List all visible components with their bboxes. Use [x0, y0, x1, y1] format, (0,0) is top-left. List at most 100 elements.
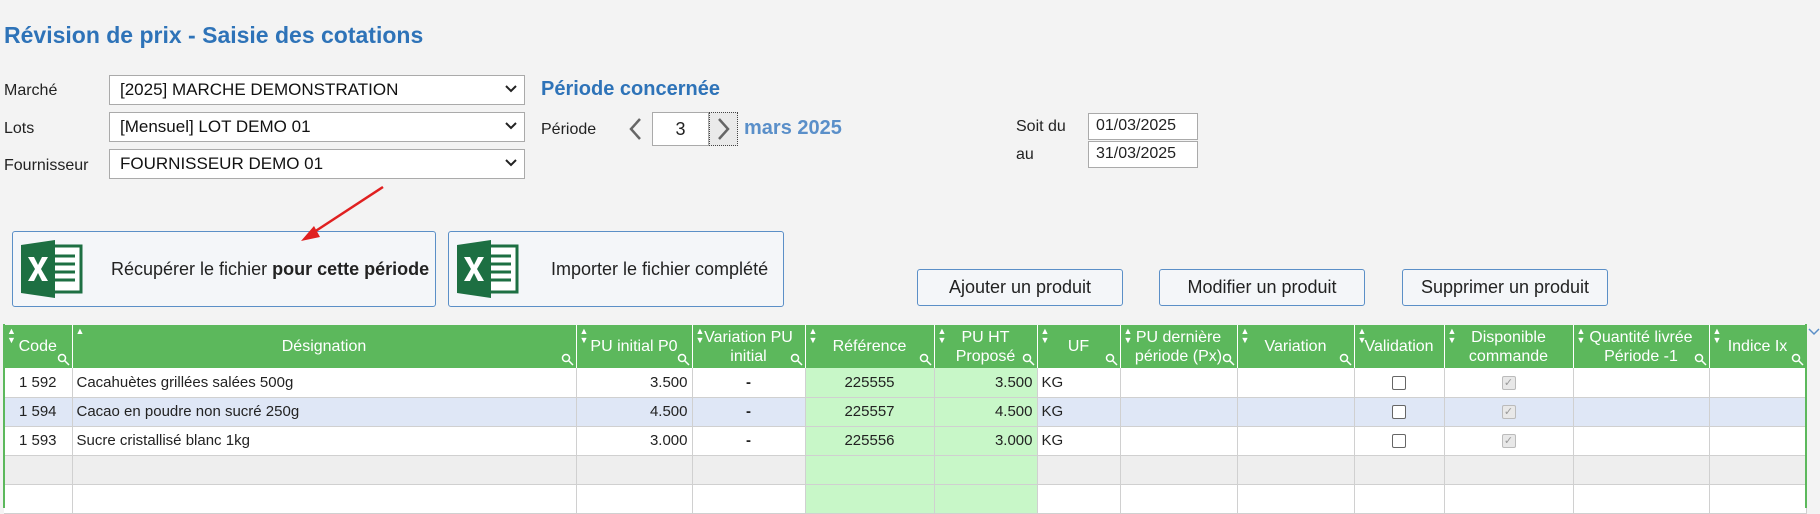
next-period-button[interactable] — [709, 112, 738, 146]
empty-cell-pu-ht[interactable] — [934, 484, 1038, 514]
cell-validation — [1354, 426, 1445, 456]
add-product-button[interactable]: Ajouter un produit — [917, 269, 1123, 306]
cell-variation-pu: - — [692, 397, 806, 427]
cell-variation — [1237, 368, 1355, 398]
empty-cell — [1037, 455, 1121, 485]
empty-cell — [1354, 484, 1445, 514]
sort-icon[interactable]: ▲ ▼ — [1577, 327, 1586, 345]
sort-icon[interactable]: ▲ ▼ — [696, 327, 705, 345]
filter-icon[interactable] — [561, 353, 574, 366]
sort-icon[interactable]: ▲ ▼ — [1241, 327, 1250, 345]
filter-icon[interactable] — [1022, 353, 1035, 366]
cell-validation — [1354, 397, 1445, 427]
table-header-row: ▲ ▼ Code ▲ Désignation ▲ ▼ PU initial P0 ▲ ▼ Va… — [4, 325, 1807, 368]
cell-reference[interactable]: 225555 — [805, 368, 935, 398]
modify-product-button[interactable]: Modifier un produit — [1159, 269, 1365, 306]
empty-cell — [1573, 455, 1710, 485]
empty-cell-pu-ht[interactable] — [934, 455, 1038, 485]
cell-reference[interactable]: 225556 — [805, 426, 935, 456]
col-header-validation[interactable]: ▲ ▼ Validation — [1354, 325, 1445, 368]
empty-cell — [1237, 455, 1355, 485]
start-date-field[interactable]: 01/03/2025 — [1088, 113, 1198, 140]
fournisseur-select-value: FOURNISSEUR DEMO 01 — [120, 154, 324, 173]
start-date-label: Soit du — [1016, 118, 1066, 135]
col-header-designation[interactable]: ▲ Désignation — [72, 325, 577, 368]
table-row-empty[interactable] — [4, 484, 1807, 514]
sort-icon[interactable]: ▲ ▼ — [7, 327, 16, 345]
sort-icon[interactable]: ▲ ▼ — [1448, 327, 1457, 345]
previous-period-icon[interactable] — [626, 116, 646, 142]
end-date-field[interactable]: 31/03/2025 — [1088, 141, 1198, 168]
empty-cell-reference[interactable] — [805, 484, 935, 514]
col-header-pu-initial[interactable]: ▲ ▼ PU initial P0 — [576, 325, 693, 368]
empty-cell — [1709, 455, 1807, 485]
sort-icon[interactable]: ▲ ▼ — [1041, 327, 1050, 345]
filter-icon[interactable] — [1222, 353, 1235, 366]
col-header-uf[interactable]: ▲ ▼ UF — [1037, 325, 1121, 368]
table-row[interactable]: 1 594 Cacao en poudre non sucré 250g 4.5… — [4, 397, 1807, 427]
sort-icon[interactable]: ▲ ▼ — [1124, 327, 1133, 345]
col-header-disponible[interactable]: ▲ ▼ Disponible commande — [1444, 325, 1574, 368]
sort-icon[interactable]: ▲ ▼ — [1358, 327, 1367, 345]
sort-icon[interactable]: ▲ ▼ — [938, 327, 947, 345]
sort-icon[interactable]: ▲ ▼ — [1713, 327, 1722, 345]
cell-pu-ht[interactable]: 3.500 — [934, 368, 1038, 398]
filter-icon[interactable] — [790, 353, 803, 366]
col-header-indice[interactable]: ▲ ▼ Indice Ix — [1709, 325, 1807, 368]
filter-icon[interactable] — [1105, 353, 1118, 366]
sort-icon[interactable]: ▲ — [76, 327, 85, 336]
filter-icon[interactable] — [919, 353, 932, 366]
cell-designation: Cacao en poudre non sucré 250g — [72, 397, 577, 427]
period-input[interactable]: 3 — [652, 112, 709, 146]
empty-cell — [692, 484, 806, 514]
col-header-pu-ht[interactable]: ▲ ▼ PU HT Proposé — [934, 325, 1038, 368]
download-button-label: Récupérer le fichier — [111, 258, 273, 279]
empty-cell-reference[interactable] — [805, 455, 935, 485]
empty-cell — [72, 455, 577, 485]
col-header-quantite[interactable]: ▲ ▼ Quantité livrée Période -1 — [1573, 325, 1710, 368]
end-date-label: au — [1016, 146, 1034, 163]
filter-icon[interactable] — [57, 353, 70, 366]
cell-pu-derniere — [1120, 368, 1238, 398]
empty-cell — [1120, 484, 1238, 514]
filter-icon[interactable] — [1694, 353, 1707, 366]
col-header-pu-derniere[interactable]: ▲ ▼ PU dernière période (Px) — [1120, 325, 1238, 368]
col-header-label: UF — [1067, 338, 1090, 355]
scroll-indicator-icon[interactable] — [1808, 326, 1820, 338]
cell-pu-ht[interactable]: 3.000 — [934, 426, 1038, 456]
empty-cell — [4, 455, 73, 485]
sort-icon[interactable]: ▲ ▼ — [580, 327, 589, 345]
cell-indice — [1709, 397, 1807, 427]
empty-cell — [4, 484, 73, 514]
col-header-label: Code — [18, 338, 57, 355]
table-row-empty[interactable] — [4, 455, 1807, 485]
validation-checkbox[interactable] — [1392, 405, 1406, 420]
cell-variation — [1237, 397, 1355, 427]
cell-code: 1 594 — [4, 397, 73, 427]
validation-checkbox[interactable] — [1392, 434, 1406, 449]
empty-cell — [1573, 484, 1710, 514]
filter-icon[interactable] — [677, 353, 690, 366]
validation-checkbox[interactable] — [1392, 375, 1406, 390]
cell-pu-ht[interactable]: 4.500 — [934, 397, 1038, 427]
cell-quantite — [1573, 368, 1710, 398]
filter-icon[interactable] — [1791, 353, 1804, 366]
chevron-down-icon — [505, 85, 517, 93]
sort-icon[interactable]: ▲ ▼ — [809, 327, 818, 345]
col-header-reference[interactable]: ▲ ▼ Référence — [805, 325, 935, 368]
col-header-variation[interactable]: ▲ ▼ Variation — [1237, 325, 1355, 368]
lots-select[interactable]: [Mensuel] LOT DEMO 01 — [109, 112, 525, 142]
marche-select[interactable]: [2025] MARCHE DEMONSTRATION — [109, 75, 525, 105]
col-header-variation-pu[interactable]: ▲ ▼ Variation PU initial — [692, 325, 806, 368]
col-header-label: PU dernière période (Px) — [1134, 328, 1223, 365]
import-file-button[interactable]: Importer le fichier complété — [448, 231, 784, 307]
fournisseur-select[interactable]: FOURNISSEUR DEMO 01 — [109, 149, 525, 179]
cell-pu-derniere — [1120, 397, 1238, 427]
col-header-code[interactable]: ▲ ▼ Code — [4, 325, 73, 368]
cell-reference[interactable]: 225557 — [805, 397, 935, 427]
table-row[interactable]: 1 593 Sucre cristallisé blanc 1kg 3.000 … — [4, 426, 1807, 456]
cell-variation-pu: - — [692, 368, 806, 398]
filter-icon[interactable] — [1339, 353, 1352, 366]
table-row[interactable]: 1 592 Cacahuètes grillées salées 500g 3.… — [4, 368, 1807, 398]
delete-product-button[interactable]: Supprimer un produit — [1402, 269, 1608, 306]
